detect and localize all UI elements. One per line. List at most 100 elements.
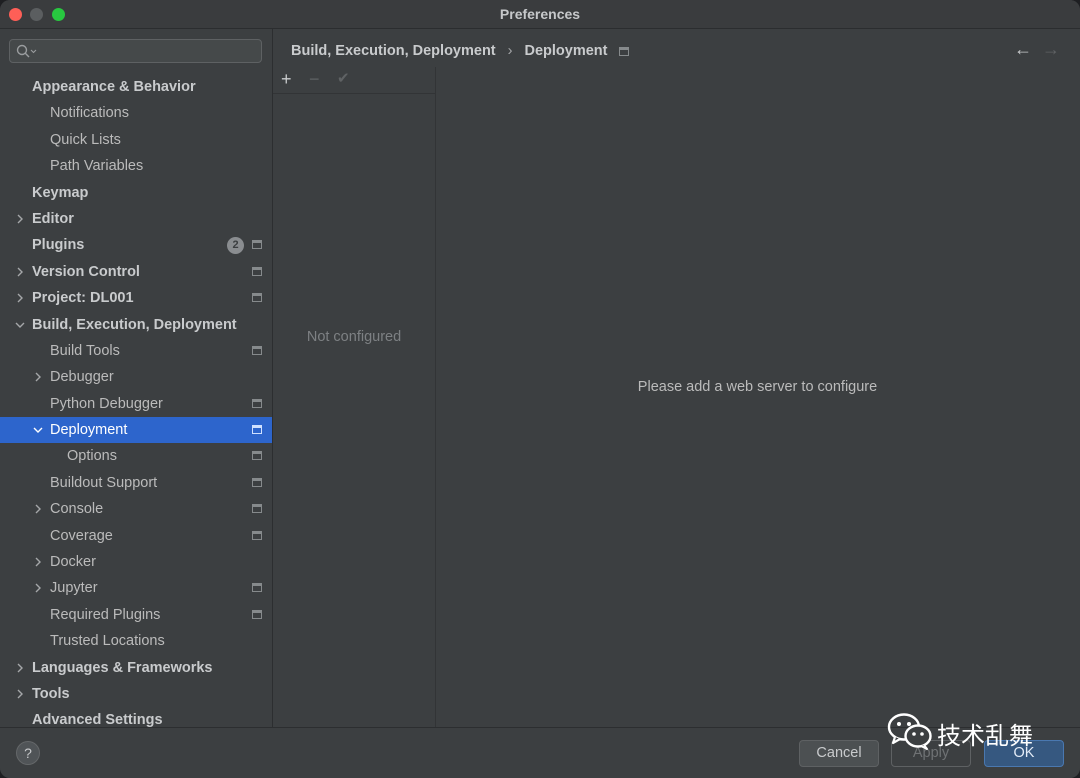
sidebar-item-label: Tools xyxy=(32,685,70,702)
sidebar-item-label: Debugger xyxy=(50,369,114,386)
sidebar-item-languages-frameworks[interactable]: Languages & Frameworks xyxy=(0,655,272,681)
set-default-check-icon[interactable]: ✔ xyxy=(337,67,350,91)
sidebar-item-label: Docker xyxy=(50,554,96,571)
help-button[interactable]: ? xyxy=(16,741,40,765)
chevron-right-icon[interactable] xyxy=(33,575,45,601)
project-settings-icon xyxy=(252,609,262,619)
sidebar-item-build-execution-deployment[interactable]: Build, Execution, Deployment xyxy=(0,312,272,338)
sidebar-item-label: Trusted Locations xyxy=(50,633,165,650)
project-settings-icon xyxy=(252,240,262,250)
sidebar-item-label: Build, Execution, Deployment xyxy=(32,316,237,333)
sidebar-item-buildout-support[interactable]: Buildout Support xyxy=(0,470,272,496)
sidebar-item-deployment[interactable]: Deployment xyxy=(0,417,272,444)
sidebar-item-label: Path Variables xyxy=(50,158,144,175)
server-list-panel: + − ✔ Not configured xyxy=(273,67,436,727)
sidebar-item-label: Python Debugger xyxy=(50,395,163,412)
breadcrumb: Build, Execution, Deployment › Deployment xyxy=(291,43,630,59)
sidebar-item-editor[interactable]: Editor xyxy=(0,206,272,232)
sidebar-item-appearance-behavior[interactable]: Appearance & Behavior xyxy=(0,74,272,100)
sidebar-item-debugger[interactable]: Debugger xyxy=(0,364,272,390)
sidebar-item-label: Console xyxy=(50,501,104,518)
sidebar-item-label: Build Tools xyxy=(50,342,120,359)
sidebar-item-coverage[interactable]: Coverage xyxy=(0,523,272,549)
server-list-toolbar: + − ✔ xyxy=(273,67,435,94)
preferences-window: Preferences Appearance & Behavior Notific… xyxy=(0,0,1080,778)
project-settings-icon xyxy=(252,293,262,303)
sidebar-item-quick-lists[interactable]: Quick Lists xyxy=(0,127,272,153)
breadcrumb-item-deployment: Deployment xyxy=(524,43,608,59)
chevron-right-icon[interactable] xyxy=(15,681,27,707)
add-server-button[interactable]: + xyxy=(281,67,292,91)
configure-placeholder-text: Please add a web server to configure xyxy=(637,379,878,395)
sidebar-item-label: Languages & Frameworks xyxy=(32,659,213,676)
sidebar-item-label: Coverage xyxy=(50,527,113,544)
sidebar-item-label: Required Plugins xyxy=(50,606,161,623)
sidebar-item-options[interactable]: Options xyxy=(0,443,272,469)
watermark: 技术乱舞 xyxy=(887,712,1033,755)
settings-sidebar: Appearance & Behavior Notifications Quick … xyxy=(0,29,273,728)
sidebar-item-tools[interactable]: Tools xyxy=(0,681,272,707)
sidebar-item-label: Quick Lists xyxy=(50,131,121,148)
search-input[interactable] xyxy=(40,42,259,62)
window-title: Preferences xyxy=(499,6,581,22)
sidebar-item-label: Appearance & Behavior xyxy=(32,79,196,95)
chevron-right-icon[interactable] xyxy=(33,364,45,390)
sidebar-item-docker[interactable]: Docker xyxy=(0,549,272,575)
sidebar-item-label: Plugins xyxy=(32,237,85,254)
update-count-badge: 2 xyxy=(227,237,244,255)
chevron-right-icon[interactable] xyxy=(33,549,45,575)
chevron-down-icon[interactable] xyxy=(15,312,27,338)
breadcrumb-separator: › xyxy=(507,43,513,59)
main-panel: Build, Execution, Deployment › Deployment … xyxy=(273,29,1080,727)
sidebar-item-console[interactable]: Console xyxy=(0,496,272,522)
sidebar-item-plugins[interactable]: Plugins 2 xyxy=(0,232,272,258)
remove-server-button[interactable]: − xyxy=(309,67,320,91)
sidebar-item-jupyter[interactable]: Jupyter xyxy=(0,575,272,601)
chevron-down-icon[interactable] xyxy=(33,417,45,443)
search-icon xyxy=(16,44,37,58)
project-settings-icon xyxy=(252,345,262,355)
project-settings-icon xyxy=(252,530,262,540)
project-settings-icon xyxy=(252,425,262,435)
project-settings-icon xyxy=(252,477,262,487)
sidebar-item-required-plugins[interactable]: Required Plugins xyxy=(0,602,272,628)
sidebar-item-label: Buildout Support xyxy=(50,474,158,491)
sidebar-item-keymap[interactable]: Keymap xyxy=(0,180,272,206)
project-settings-icon xyxy=(619,47,630,56)
sidebar-item-label: Project: DL001 xyxy=(32,290,134,307)
watermark-text: 技术乱舞 xyxy=(937,722,1033,750)
project-settings-icon xyxy=(252,266,262,276)
project-settings-icon xyxy=(252,398,262,408)
sidebar-item-python-debugger[interactable]: Python Debugger xyxy=(0,391,272,417)
breadcrumb-item-build-execution-deployment[interactable]: Build, Execution, Deployment xyxy=(291,43,496,59)
sidebar-item-label: Options xyxy=(67,448,117,465)
sidebar-item-label: Deployment xyxy=(50,422,128,439)
back-arrow-icon[interactable]: ← xyxy=(1014,39,1032,60)
chevron-right-icon[interactable] xyxy=(15,259,27,285)
project-settings-icon xyxy=(252,451,262,461)
sidebar-item-path-variables[interactable]: Path Variables xyxy=(0,153,272,179)
chevron-right-icon[interactable] xyxy=(15,655,27,681)
sidebar-item-trusted-locations[interactable]: Trusted Locations xyxy=(0,628,272,654)
chevron-right-icon[interactable] xyxy=(15,206,27,232)
forward-arrow-icon[interactable]: → xyxy=(1042,39,1060,60)
server-list-empty-text: Not configured xyxy=(306,329,402,345)
sidebar-item-label: Notifications xyxy=(50,105,129,122)
sidebar-item-build-tools[interactable]: Build Tools xyxy=(0,338,272,364)
cancel-button[interactable]: Cancel xyxy=(799,740,879,767)
settings-tree: Appearance & Behavior Notifications Quick … xyxy=(0,74,272,734)
sidebar-item-label: Keymap xyxy=(32,184,89,201)
sidebar-item-label: Editor xyxy=(32,210,74,227)
project-settings-icon xyxy=(252,583,262,593)
chevron-right-icon[interactable] xyxy=(15,285,27,311)
chevron-right-icon[interactable] xyxy=(33,496,45,522)
sidebar-item-version-control[interactable]: Version Control xyxy=(0,259,272,285)
sidebar-item-notifications[interactable]: Notifications xyxy=(0,100,272,126)
project-settings-icon xyxy=(252,504,262,514)
sidebar-item-label: Jupyter xyxy=(50,580,98,597)
wechat-logo-icon xyxy=(887,713,932,750)
sidebar-item-label: Version Control xyxy=(32,263,140,280)
title-bar: Preferences xyxy=(0,0,1080,29)
sidebar-item-project-dl001[interactable]: Project: DL001 xyxy=(0,285,272,311)
settings-search[interactable] xyxy=(9,39,262,63)
